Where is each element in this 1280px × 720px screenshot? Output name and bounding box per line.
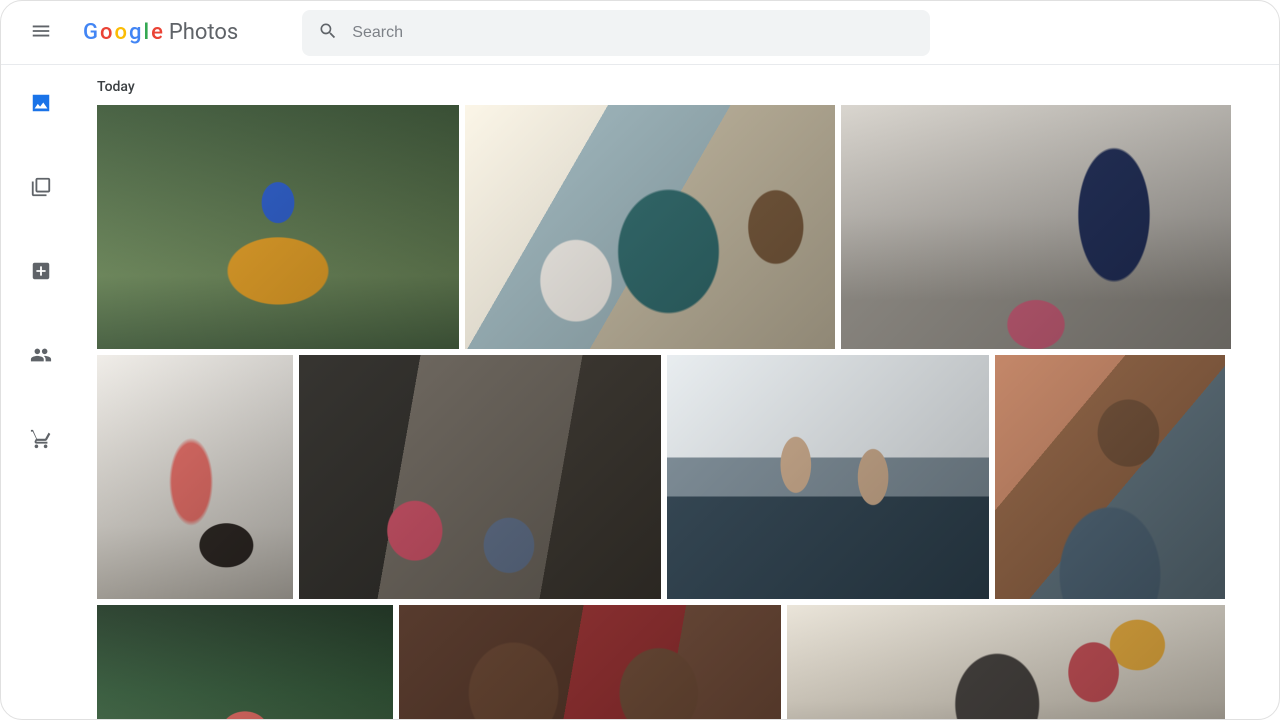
photo-thumbnail[interactable] [787,605,1225,719]
app-header: Google Photos [1,1,1279,65]
hamburger-icon [30,20,52,46]
nav-print-store[interactable] [21,421,61,461]
side-nav [1,65,81,719]
photo-thumbnail[interactable] [97,605,393,719]
photo-row [97,605,1257,719]
nav-upload[interactable] [21,253,61,293]
nav-photos[interactable] [21,85,61,125]
app-logo[interactable]: Google Photos [83,20,238,45]
photo-row [97,355,1257,599]
photo-thumbnail[interactable] [667,355,989,599]
photo-thumbnail[interactable] [97,105,459,349]
main-menu-button[interactable] [17,9,65,57]
logo-product-name: Photos [169,20,238,45]
nav-albums[interactable] [21,169,61,209]
nav-sharing[interactable] [21,337,61,377]
photo-thumbnail[interactable] [399,605,781,719]
logo-letter: o [114,20,126,45]
sharing-icon [30,344,52,370]
logo-letter: e [151,20,163,45]
search-icon [318,21,352,45]
search-bar[interactable] [302,10,930,56]
albums-icon [30,176,52,202]
logo-letter: g [129,20,141,45]
logo-letter: l [143,20,149,45]
photo-thumbnail[interactable] [299,355,661,599]
logo-letter: o [100,20,112,45]
photo-thumbnail[interactable] [841,105,1231,349]
photo-thumbnail[interactable] [465,105,835,349]
photo-thumbnail[interactable] [995,355,1225,599]
photos-icon [30,92,52,118]
logo-letter: G [83,20,98,45]
search-input[interactable] [352,24,914,42]
upload-icon [30,260,52,286]
print-icon [30,428,52,454]
photo-row [97,105,1257,349]
date-header: Today [97,79,1257,95]
photo-stream: Today [81,65,1279,719]
photo-thumbnail[interactable] [97,355,293,599]
